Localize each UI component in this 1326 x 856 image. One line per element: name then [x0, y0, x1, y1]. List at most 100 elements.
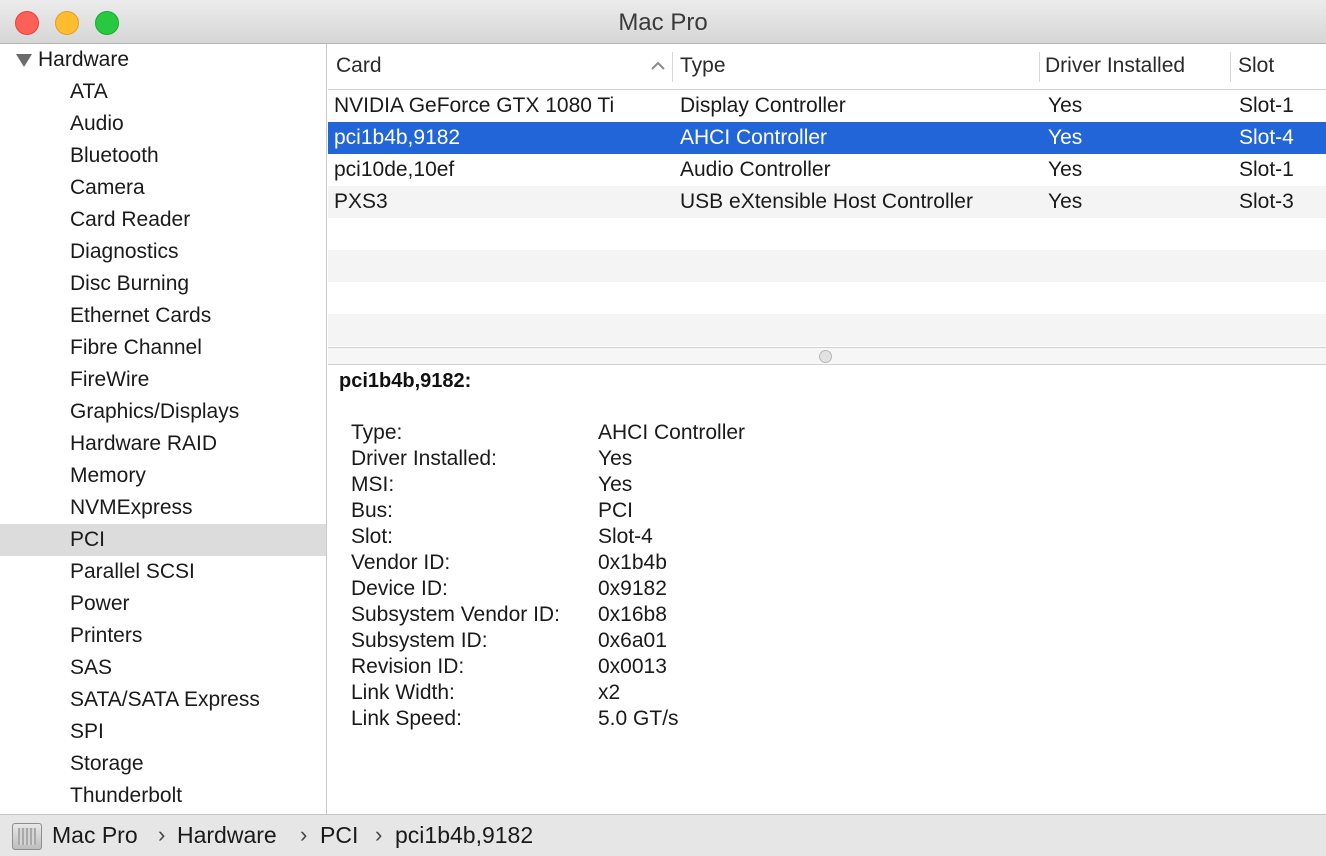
breadcrumb-mac-pro[interactable]: Mac Pro [52, 822, 138, 849]
sidebar-item-bluetooth[interactable]: Bluetooth [0, 140, 326, 172]
sidebar-item-printers[interactable]: Printers [0, 620, 326, 652]
pci-cards-table: Card Type Driver Installed Slot NVIDIA G… [328, 44, 1326, 347]
detail-value: 0x6a01 [598, 629, 667, 652]
sidebar-item-diagnostics[interactable]: Diagnostics [0, 236, 326, 268]
detail-value: x2 [598, 681, 621, 704]
detail-pane: pci1b4b,9182: Type: AHCI Controller Driver… [328, 365, 1326, 814]
column-header-card[interactable]: Card [328, 44, 672, 90]
cell-slot: Slot-1 [1239, 94, 1294, 117]
sidebar-item-camera[interactable]: Camera [0, 172, 326, 204]
breadcrumb-pci1b4b-9182[interactable]: pci1b4b,9182 [395, 822, 533, 849]
detail-row: Slot: Slot-4 [351, 525, 951, 551]
breadcrumb-separator: › [375, 822, 383, 847]
sidebar-item-hardware-raid[interactable]: Hardware RAID [0, 428, 326, 460]
detail-label: Slot: [351, 525, 394, 548]
cell-card: NVIDIA GeForce GTX 1080 Ti [334, 94, 615, 117]
empty-table-row [328, 314, 1326, 346]
detail-label: Subsystem ID: [351, 629, 488, 652]
sidebar-item-fibre-channel[interactable]: Fibre Channel [0, 332, 326, 364]
sidebar-item-spi[interactable]: SPI [0, 716, 326, 748]
detail-row: Vendor ID: 0x1b4b [351, 551, 951, 577]
cell-slot: Slot-3 [1239, 190, 1294, 213]
cell-card: pci1b4b,9182 [334, 126, 461, 149]
detail-label: Subsystem Vendor ID: [351, 603, 560, 626]
table-row[interactable]: NVIDIA GeForce GTX 1080 Ti Display Contro… [328, 90, 1326, 122]
sidebar-item-storage[interactable]: Storage [0, 748, 326, 780]
breadcrumb-pci[interactable]: PCI [320, 822, 358, 849]
detail-label: Device ID: [351, 577, 448, 600]
detail-label: Link Width: [351, 681, 455, 704]
detail-value: Yes [598, 447, 633, 470]
sidebar-item-audio[interactable]: Audio [0, 108, 326, 140]
title-bar[interactable]: Mac Pro [0, 0, 1326, 44]
detail-row: Subsystem ID: 0x6a01 [351, 629, 951, 655]
detail-value: 0x9182 [598, 577, 667, 600]
divider-handle-icon[interactable] [819, 350, 832, 363]
detail-row: Link Width: x2 [351, 681, 951, 707]
table-body: NVIDIA GeForce GTX 1080 Ti Display Contro… [328, 90, 1326, 346]
cell-slot: Slot-4 [1239, 126, 1294, 149]
sidebar-item-sas[interactable]: SAS [0, 652, 326, 684]
sidebar-item-nvmexpress[interactable]: NVMExpress [0, 492, 326, 524]
cell-driver-installed: Yes [1048, 158, 1083, 181]
detail-label: MSI: [351, 473, 395, 496]
table-row[interactable]: pci1b4b,9182 AHCI Controller Yes Slot-4 [328, 122, 1326, 154]
path-bar: Mac Pro › Hardware › PCI › pci1b4b,9182 [0, 814, 1326, 856]
detail-value: 0x16b8 [598, 603, 667, 626]
table-header: Card Type Driver Installed Slot [328, 44, 1326, 90]
detail-row: Type: AHCI Controller [351, 421, 951, 447]
sidebar-item-disc-burning[interactable]: Disc Burning [0, 268, 326, 300]
window-title: Mac Pro [618, 9, 708, 36]
detail-value: 0x1b4b [598, 551, 667, 574]
disclosure-triangle-icon[interactable] [16, 54, 32, 67]
cell-card: PXS3 [334, 190, 388, 213]
sidebar-item-power[interactable]: Power [0, 588, 326, 620]
detail-label: Bus: [351, 499, 394, 522]
detail-value: 0x0013 [598, 655, 667, 678]
sidebar-item-graphics-displays[interactable]: Graphics/Displays [0, 396, 326, 428]
detail-row: MSI: Yes [351, 473, 951, 499]
detail-properties: Type: AHCI Controller Driver Installed: Yes… [351, 421, 951, 733]
table-row[interactable]: pci10de,10ef Audio Controller Yes Slot-1 [328, 154, 1326, 186]
sidebar-item-firewire[interactable]: FireWire [0, 364, 326, 396]
sidebar-item-ethernet-cards[interactable]: Ethernet Cards [0, 300, 326, 332]
cell-driver-installed: Yes [1048, 126, 1083, 149]
chevron-up-icon[interactable] [648, 56, 668, 76]
detail-title: pci1b4b,9182: [339, 370, 472, 392]
sidebar-item-ata[interactable]: ATA [0, 76, 326, 108]
sidebar-item-sata-sata-express[interactable]: SATA/SATA Express [0, 684, 326, 716]
empty-table-row [328, 282, 1326, 314]
detail-label: Link Speed: [351, 707, 462, 730]
cell-type: Display Controller [680, 94, 846, 117]
sidebar-group-hardware[interactable]: Hardware [0, 44, 326, 76]
detail-value: 5.0 GT/s [598, 707, 679, 730]
detail-row: Revision ID: 0x0013 [351, 655, 951, 681]
column-header-driver-installed[interactable]: Driver Installed [1037, 44, 1230, 90]
detail-value: PCI [598, 499, 634, 522]
mac-pro-icon [12, 823, 42, 850]
split-view-divider[interactable] [328, 347, 1326, 365]
sidebar-item-parallel-scsi[interactable]: Parallel SCSI [0, 556, 326, 588]
sidebar-item-card-reader[interactable]: Card Reader [0, 204, 326, 236]
sidebar-item-pci[interactable]: PCI [0, 524, 326, 556]
detail-row: Bus: PCI [351, 499, 951, 525]
empty-table-row [328, 250, 1326, 282]
detail-row: Subsystem Vendor ID: 0x16b8 [351, 603, 951, 629]
sidebar-item-memory[interactable]: Memory [0, 460, 326, 492]
breadcrumb-hardware[interactable]: Hardware [177, 822, 277, 849]
detail-row: Driver Installed: Yes [351, 447, 951, 473]
breadcrumb-separator: › [158, 822, 166, 847]
detail-label: Revision ID: [351, 655, 465, 678]
sidebar-group-label: Hardware [38, 48, 130, 71]
column-header-type[interactable]: Type [672, 44, 1039, 90]
system-information-window: Mac Pro Hardware ATA Audio Bluetooth Camera… [0, 0, 1326, 856]
detail-label: Vendor ID: [351, 551, 451, 574]
detail-value: Slot-4 [598, 525, 653, 548]
detail-row: Link Speed: 5.0 GT/s [351, 707, 951, 733]
column-header-slot[interactable]: Slot [1230, 44, 1326, 90]
detail-label: Type: [351, 421, 403, 444]
sidebar-item-thunderbolt[interactable]: Thunderbolt [0, 780, 326, 812]
detail-label: Driver Installed: [351, 447, 497, 470]
cell-type: USB eXtensible Host Controller [680, 190, 973, 213]
table-row[interactable]: PXS3 USB eXtensible Host Controller Yes Slo… [328, 186, 1326, 218]
